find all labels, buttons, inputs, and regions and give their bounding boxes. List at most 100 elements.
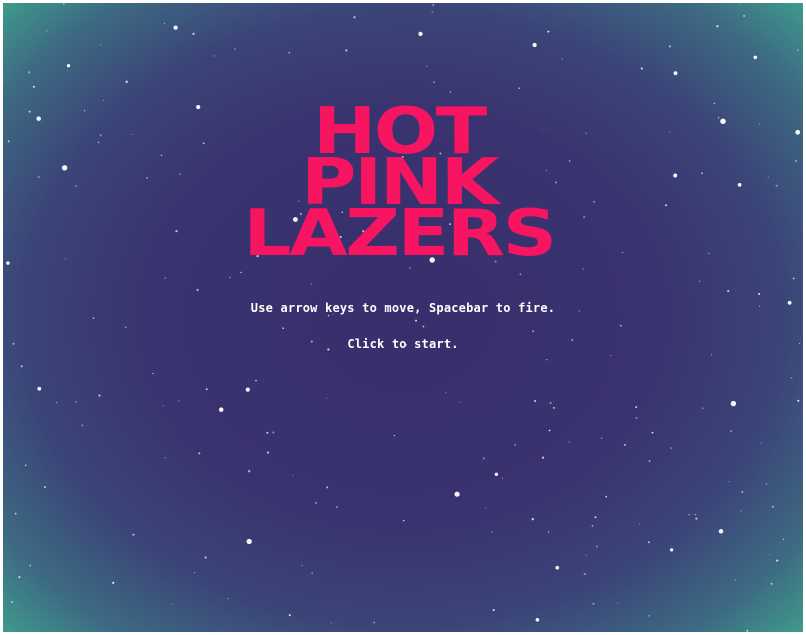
star <box>99 44 102 46</box>
star <box>491 530 493 533</box>
star <box>541 456 545 459</box>
star <box>226 597 229 600</box>
star <box>196 288 199 292</box>
star <box>492 609 495 612</box>
star <box>741 490 744 494</box>
star <box>739 3 741 5</box>
star <box>594 516 597 519</box>
star <box>740 510 742 512</box>
star <box>698 280 701 282</box>
star <box>555 565 560 570</box>
star <box>20 365 23 368</box>
star <box>617 602 619 604</box>
star <box>248 470 251 473</box>
star <box>178 400 180 402</box>
star <box>426 65 428 67</box>
star <box>546 359 548 361</box>
star <box>772 505 774 508</box>
star <box>431 11 434 13</box>
star <box>795 129 801 135</box>
star <box>494 472 499 477</box>
star <box>6 261 10 265</box>
star <box>14 512 17 515</box>
star <box>765 483 768 485</box>
star <box>66 70 68 72</box>
star <box>720 118 726 125</box>
star <box>713 102 716 105</box>
star <box>758 292 761 295</box>
star <box>535 617 540 622</box>
star <box>502 477 504 479</box>
star <box>639 523 641 525</box>
star <box>246 538 252 545</box>
star <box>245 387 250 392</box>
star <box>393 434 396 437</box>
star <box>668 45 671 48</box>
star <box>102 99 105 101</box>
star <box>767 176 769 178</box>
star <box>592 602 595 605</box>
star <box>292 474 294 476</box>
star <box>797 49 799 52</box>
star <box>266 451 270 454</box>
star <box>18 576 21 579</box>
star <box>647 541 650 544</box>
star <box>255 379 257 382</box>
star <box>66 64 71 68</box>
star <box>596 545 598 548</box>
star <box>198 452 201 455</box>
click-to-start-prompt[interactable]: Click to start. <box>3 337 803 351</box>
star <box>770 582 773 585</box>
star <box>794 159 798 163</box>
game-canvas[interactable]: Hot Pink Lazers Use arrow keys to move, … <box>3 3 803 632</box>
star <box>701 172 703 175</box>
star <box>43 486 46 488</box>
star <box>432 4 434 6</box>
star <box>673 173 678 178</box>
star <box>146 176 148 179</box>
star <box>92 317 95 320</box>
star <box>272 431 275 434</box>
star <box>345 49 348 52</box>
star <box>519 273 522 276</box>
star <box>29 564 32 567</box>
star <box>81 424 84 427</box>
star <box>670 447 673 450</box>
star <box>213 55 215 57</box>
star <box>753 55 758 60</box>
star <box>335 505 338 509</box>
star <box>532 42 537 48</box>
star <box>218 407 224 412</box>
star <box>610 355 612 357</box>
star <box>605 495 608 498</box>
star <box>673 71 678 76</box>
star <box>7 140 10 143</box>
star <box>600 437 603 440</box>
star <box>373 621 376 624</box>
star <box>665 204 667 207</box>
star <box>531 518 534 521</box>
star <box>64 258 66 260</box>
star <box>37 176 40 179</box>
star <box>582 268 584 270</box>
star <box>28 71 31 74</box>
star <box>3 79 5 81</box>
star <box>46 30 48 32</box>
star <box>694 513 697 516</box>
star <box>152 372 154 375</box>
star <box>415 319 417 322</box>
star <box>760 442 762 444</box>
star <box>205 388 208 391</box>
star <box>710 354 713 356</box>
star <box>163 22 166 25</box>
star <box>125 80 128 83</box>
star <box>327 314 330 317</box>
star <box>449 91 452 93</box>
star <box>534 399 537 403</box>
star <box>192 32 195 36</box>
star <box>708 252 710 255</box>
star <box>164 457 166 459</box>
star <box>547 531 550 533</box>
star <box>422 325 425 328</box>
star <box>28 110 31 113</box>
